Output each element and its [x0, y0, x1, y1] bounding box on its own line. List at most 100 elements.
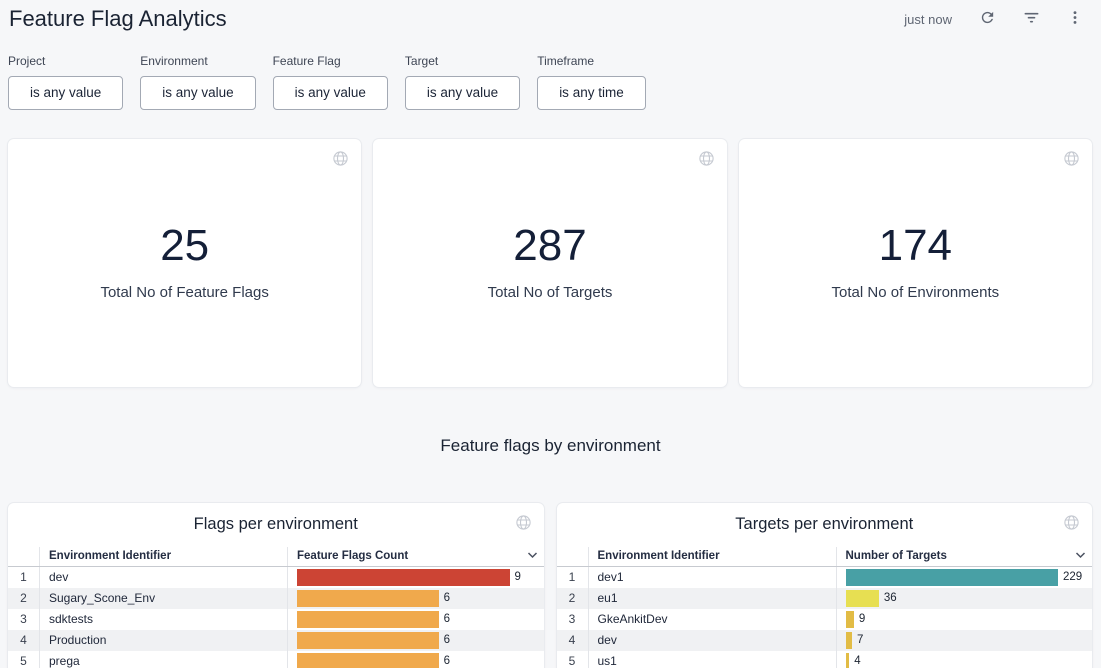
kpi-value: 25 [160, 224, 209, 268]
table-row[interactable]: 3 sdktests 6 [8, 609, 544, 630]
kpi-label: Total No of Environments [832, 284, 1000, 301]
measure-bar-cell: 7 [837, 632, 1093, 649]
filter-feature-flag-button[interactable]: is any value [273, 76, 388, 110]
bar-value-label: 9 [859, 613, 865, 625]
page-title: Feature Flag Analytics [9, 5, 227, 33]
table-row[interactable]: 5 us1 4 [557, 651, 1093, 668]
table-card-targets-per-environment: Targets per environment Environment Iden… [557, 503, 1093, 668]
table-header-row: Environment Identifier Feature Flags Cou… [8, 547, 544, 567]
value-bar [846, 611, 854, 628]
column-header-identifier[interactable]: Environment Identifier [589, 547, 837, 566]
value-bar [297, 611, 439, 628]
data-table: Environment Identifier Feature Flags Cou… [8, 547, 544, 668]
table-row[interactable]: 1 dev1 229 [557, 567, 1093, 588]
filter-target-button[interactable]: is any value [405, 76, 520, 110]
kpi-row: 25 Total No of Feature Flags 287 Total N… [0, 110, 1101, 387]
bar-value-label: 9 [515, 571, 521, 583]
value-bar [846, 569, 1059, 586]
measure-bar-cell: 6 [288, 632, 544, 649]
column-header-label: Number of Targets [846, 550, 947, 562]
filter-environment-button[interactable]: is any value [140, 76, 255, 110]
dashboard-filters-button[interactable] [1023, 9, 1040, 29]
column-header-measure[interactable]: Number of Targets [837, 550, 1093, 562]
row-index-header [8, 547, 40, 566]
filter-icon [1023, 9, 1040, 29]
row-index-header [557, 547, 589, 566]
globe-icon [516, 515, 531, 535]
filters-bar: Project is any value Environment is any … [0, 33, 1101, 110]
refresh-icon [979, 9, 996, 29]
environment-identifier-cell: dev1 [589, 567, 837, 588]
value-bar [846, 590, 879, 607]
row-index: 3 [8, 609, 40, 630]
chevron-down-icon[interactable] [1075, 550, 1086, 562]
kpi-label: Total No of Targets [488, 284, 613, 301]
table-row[interactable]: 2 eu1 36 [557, 588, 1093, 609]
environment-identifier-cell: Sugary_Scone_Env [40, 588, 288, 609]
table-row[interactable]: 4 Production 6 [8, 630, 544, 651]
table-card-flags-per-environment: Flags per environment Environment Identi… [8, 503, 544, 668]
environment-identifier-cell: Production [40, 630, 288, 651]
value-bar [846, 653, 850, 668]
kpi-card-targets: 287 Total No of Targets [373, 139, 726, 387]
data-table: Environment Identifier Number of Targets… [557, 547, 1093, 668]
globe-icon [333, 151, 348, 171]
bar-value-label: 6 [444, 634, 450, 646]
globe-icon [699, 151, 714, 171]
bar-value-label: 36 [884, 592, 897, 604]
kpi-card-environments: 174 Total No of Environments [739, 139, 1092, 387]
filter-project: Project is any value [8, 54, 123, 110]
kpi-value: 174 [879, 224, 952, 268]
bar-value-label: 4 [854, 655, 860, 667]
chevron-down-icon[interactable] [527, 550, 538, 562]
filter-label: Environment [140, 54, 255, 68]
row-index: 1 [557, 567, 589, 588]
measure-bar-cell: 9 [837, 611, 1093, 628]
filter-label: Timeframe [537, 54, 646, 68]
bar-value-label: 229 [1063, 571, 1082, 583]
refresh-button[interactable] [979, 9, 996, 29]
bar-value-label: 6 [444, 592, 450, 604]
measure-bar-cell: 229 [837, 569, 1093, 586]
column-header-measure[interactable]: Feature Flags Count [288, 550, 544, 562]
kebab-menu-icon [1067, 9, 1083, 29]
table-row[interactable]: 3 GkeAnkitDev 9 [557, 609, 1093, 630]
environment-identifier-cell: dev [589, 630, 837, 651]
table-row[interactable]: 2 Sugary_Scone_Env 6 [8, 588, 544, 609]
environment-identifier-cell: GkeAnkitDev [589, 609, 837, 630]
measure-bar-cell: 6 [288, 590, 544, 607]
kpi-label: Total No of Feature Flags [100, 284, 268, 301]
row-index: 5 [8, 651, 40, 668]
globe-icon [1064, 151, 1079, 171]
value-bar [297, 653, 439, 668]
section-title: Feature flags by environment [0, 436, 1101, 456]
table-row[interactable]: 4 dev 7 [557, 630, 1093, 651]
bar-value-label: 6 [444, 655, 450, 667]
filter-timeframe-button[interactable]: is any time [537, 76, 646, 110]
filter-label: Project [8, 54, 123, 68]
row-index: 2 [557, 588, 589, 609]
row-index: 4 [557, 630, 589, 651]
more-options-button[interactable] [1067, 9, 1083, 29]
value-bar [846, 632, 853, 649]
measure-bar-cell: 36 [837, 590, 1093, 607]
table-row[interactable]: 1 dev 9 [8, 567, 544, 588]
filter-project-button[interactable]: is any value [8, 76, 123, 110]
row-index: 4 [8, 630, 40, 651]
row-index: 3 [557, 609, 589, 630]
filter-feature-flag: Feature Flag is any value [273, 54, 388, 110]
measure-bar-cell: 4 [837, 653, 1093, 668]
table-row[interactable]: 5 prega 6 [8, 651, 544, 668]
filter-label: Target [405, 54, 520, 68]
column-header-label: Feature Flags Count [297, 550, 408, 562]
table-body: 1 dev1 229 2 eu1 36 3 GkeAnkitDev 9 4 [557, 567, 1093, 668]
filter-label: Feature Flag [273, 54, 388, 68]
bar-value-label: 6 [444, 613, 450, 625]
column-header-identifier[interactable]: Environment Identifier [40, 547, 288, 566]
filter-environment: Environment is any value [140, 54, 255, 110]
measure-bar-cell: 6 [288, 611, 544, 628]
environment-identifier-cell: sdktests [40, 609, 288, 630]
table-header-row: Environment Identifier Number of Targets [557, 547, 1093, 567]
measure-bar-cell: 9 [288, 569, 544, 586]
last-refresh-label: just now [904, 12, 952, 27]
